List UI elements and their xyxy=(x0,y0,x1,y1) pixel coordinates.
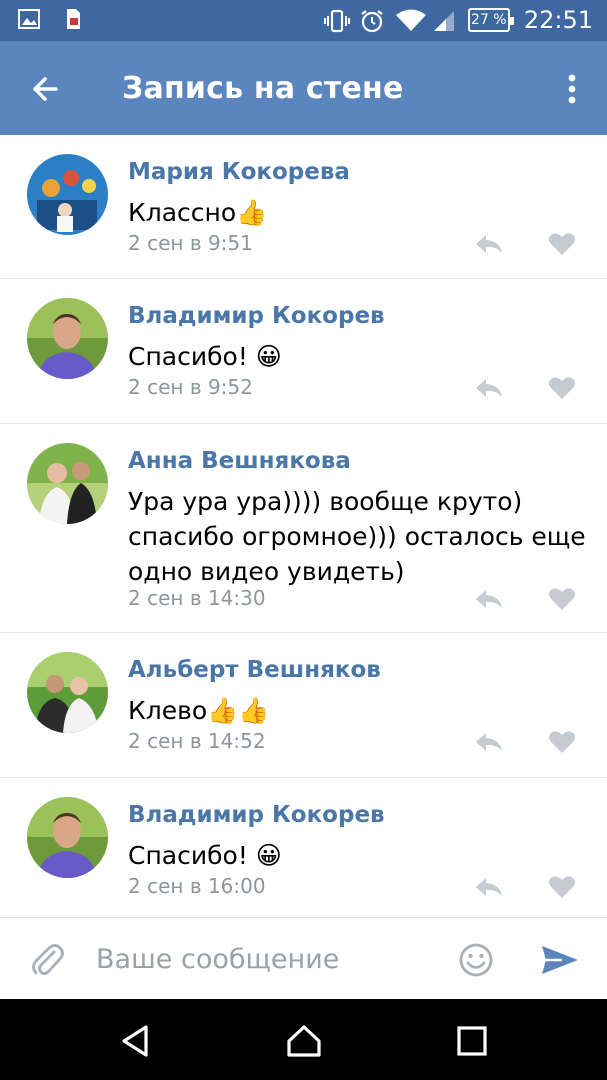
message-composer xyxy=(0,917,607,999)
heart-icon[interactable] xyxy=(547,231,577,257)
wifi-icon xyxy=(395,9,426,31)
battery-level: 27 % xyxy=(471,12,507,28)
alarm-icon xyxy=(360,9,383,33)
comment-date: 2 сен в 9:52 xyxy=(128,375,253,399)
reply-icon[interactable] xyxy=(474,729,504,755)
paperclip-icon[interactable] xyxy=(30,942,64,978)
comment-text: Ура ура ура)))) вообще круто) спасибо ог… xyxy=(128,487,586,586)
home-icon[interactable] xyxy=(284,1021,324,1061)
comment-item: Владимир Кокорев Спасибо! 😀 2 сен в 16:0… xyxy=(0,778,607,917)
clock: 22:51 xyxy=(523,6,593,34)
send-icon[interactable] xyxy=(540,942,580,978)
message-input[interactable] xyxy=(96,938,436,980)
reply-icon[interactable] xyxy=(474,874,504,900)
gallery-icon xyxy=(18,8,40,30)
signal-icon xyxy=(432,9,454,31)
comment-text: Клево👍👍 xyxy=(128,696,270,725)
comment-item: Альберт Вешняков Клево👍👍 2 сен в 14:52 xyxy=(0,633,607,778)
reply-icon[interactable] xyxy=(474,231,504,257)
comment-author[interactable]: Владимир Кокорев xyxy=(128,303,385,329)
avatar[interactable] xyxy=(27,797,108,878)
comment-item: Анна Вешнякова Ура ура ура)))) вообще кр… xyxy=(0,424,607,633)
comment-text: Классно👍 xyxy=(128,198,268,227)
system-nav-bar xyxy=(0,999,607,1080)
avatar[interactable] xyxy=(27,154,108,235)
battery-icon: 27 % xyxy=(467,8,514,32)
comment-author[interactable]: Мария Кокорева xyxy=(128,159,350,185)
more-vertical-icon[interactable] xyxy=(559,69,585,109)
comment-date: 2 сен в 14:30 xyxy=(128,586,266,610)
sim-card-icon xyxy=(62,8,84,30)
heart-icon[interactable] xyxy=(547,375,577,401)
vibrate-icon xyxy=(323,9,350,33)
comment-author[interactable]: Анна Вешнякова xyxy=(128,448,351,474)
heart-icon[interactable] xyxy=(547,874,577,900)
heart-icon[interactable] xyxy=(547,586,577,612)
recent-apps-icon[interactable] xyxy=(452,1021,492,1061)
comment-date: 2 сен в 14:52 xyxy=(128,729,266,753)
smile-icon[interactable] xyxy=(458,942,494,978)
comment-list[interactable]: Мария Кокорева Классно👍 2 сен в 9:51 Вла… xyxy=(0,135,607,917)
avatar[interactable] xyxy=(27,443,108,524)
reply-icon[interactable] xyxy=(474,586,504,612)
comment-author[interactable]: Владимир Кокорев xyxy=(128,802,385,828)
comment-text: Спасибо! 😀 xyxy=(128,841,282,870)
reply-icon[interactable] xyxy=(474,375,504,401)
comment-item: Владимир Кокорев Спасибо! 😀 2 сен в 9:52 xyxy=(0,279,607,424)
comment-author[interactable]: Альберт Вешняков xyxy=(128,657,381,683)
page-title: Запись на стене xyxy=(122,71,404,106)
avatar[interactable] xyxy=(27,652,108,733)
heart-icon[interactable] xyxy=(547,729,577,755)
avatar[interactable] xyxy=(27,298,108,379)
app-bar: Запись на стене xyxy=(0,41,607,135)
back-triangle-icon[interactable] xyxy=(116,1021,156,1061)
comment-date: 2 сен в 16:00 xyxy=(128,874,266,898)
comment-text: Спасибо! 😀 xyxy=(128,342,282,371)
arrow-left-icon[interactable] xyxy=(26,69,66,109)
comment-item: Мария Кокорева Классно👍 2 сен в 9:51 xyxy=(0,135,607,279)
comment-date: 2 сен в 9:51 xyxy=(128,231,253,255)
status-bar: 27 % 22:51 xyxy=(0,0,607,41)
